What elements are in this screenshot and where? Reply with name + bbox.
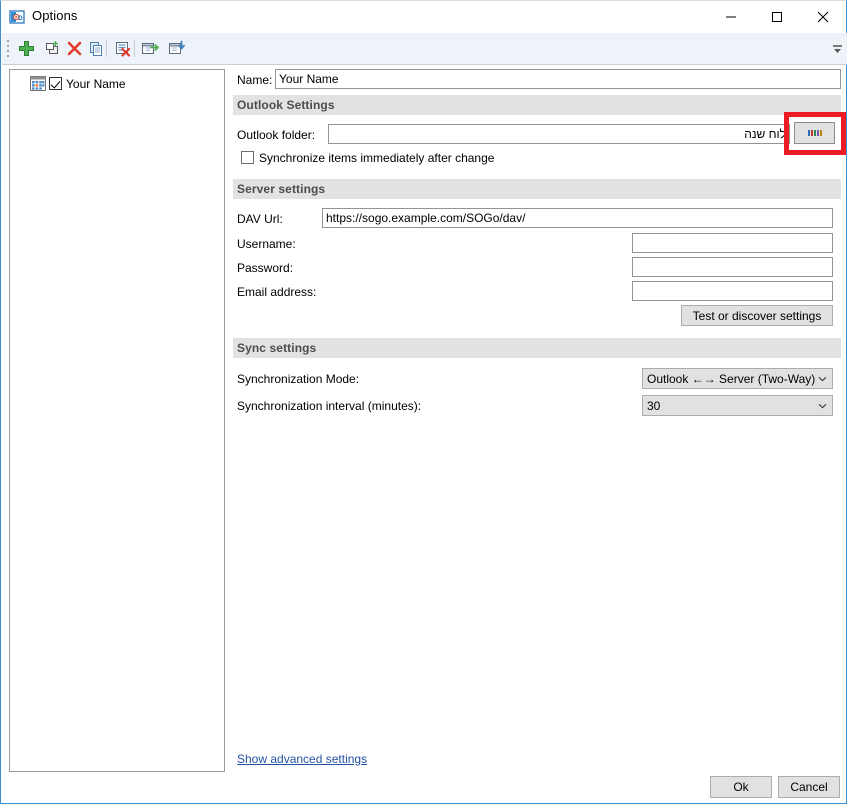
add-folder-icon[interactable] xyxy=(40,37,64,60)
toolbar-overflow-chevron[interactable] xyxy=(830,41,844,57)
cancel-button[interactable]: Cancel xyxy=(778,776,840,798)
sync-interval-select[interactable]: 30 xyxy=(642,395,833,416)
sync-immediately-checkbox[interactable] xyxy=(241,151,254,164)
calendar-icon xyxy=(30,76,46,91)
tree-item-label: Your Name xyxy=(66,76,126,91)
email-address-label: Email address: xyxy=(237,285,317,299)
toolbar-separator xyxy=(134,40,135,57)
chevron-down-icon xyxy=(817,376,828,382)
green-plus-icon[interactable] xyxy=(14,37,38,60)
title-bar: D Options xyxy=(1,1,846,32)
list-item[interactable]: Your Name xyxy=(30,74,126,93)
tree-item-checkbox[interactable] xyxy=(49,77,62,90)
dav-url-input[interactable] xyxy=(322,208,833,228)
name-input[interactable] xyxy=(275,69,841,89)
sync-mode-label: Synchronization Mode: xyxy=(237,372,360,386)
sync-mode-value: Outlook ←→ Server (Two-Way) xyxy=(647,371,816,386)
red-x-icon[interactable] xyxy=(62,37,86,60)
sync-mode-select[interactable]: Outlook ←→ Server (Two-Way) xyxy=(642,368,833,389)
toolbar-grip[interactable] xyxy=(7,40,10,57)
ok-button[interactable]: Ok xyxy=(710,776,772,798)
clear-list-icon[interactable] xyxy=(110,37,134,60)
maximize-icon[interactable] xyxy=(754,1,800,32)
test-or-discover-settings-button[interactable]: Test or discover settings xyxy=(681,305,833,326)
username-label: Username: xyxy=(237,237,296,251)
section-title: Server settings xyxy=(237,182,326,196)
section-title: Sync settings xyxy=(237,341,317,355)
section-header-outlook: Outlook Settings xyxy=(233,95,841,115)
minimize-icon[interactable] xyxy=(708,1,754,32)
dav-url-label: DAV Url: xyxy=(237,212,283,226)
chevron-down-icon xyxy=(817,403,828,409)
export-icon[interactable] xyxy=(138,37,162,60)
outlook-folder-label: Outlook folder: xyxy=(237,128,316,142)
section-header-server: Server settings xyxy=(233,179,841,199)
email-address-input[interactable] xyxy=(632,281,833,301)
import-icon[interactable] xyxy=(165,37,189,60)
outlook-folder-input[interactable] xyxy=(328,124,790,144)
account-tree-panel[interactable]: Your Name xyxy=(9,69,225,772)
toolbar xyxy=(2,33,847,65)
sync-immediately-label: Synchronize items immediately after chan… xyxy=(259,151,495,165)
sync-interval-value: 30 xyxy=(647,398,661,413)
options-dialog-window: D Options Your Name Name: Your Name Outl… xyxy=(0,0,847,804)
password-label: Password: xyxy=(237,261,294,275)
toolbar-separator xyxy=(106,40,107,57)
svg-text:D: D xyxy=(18,16,23,22)
sync-interval-label: Synchronization interval (minutes): xyxy=(237,399,422,413)
copy-icon[interactable] xyxy=(84,37,108,60)
app-options-icon: D xyxy=(9,9,25,25)
username-input[interactable] xyxy=(632,233,833,253)
ellipsis-icon xyxy=(807,130,822,136)
browse-button[interactable] xyxy=(794,122,835,144)
password-input[interactable] xyxy=(632,257,833,277)
show-advanced-settings-link[interactable]: Show advanced settings xyxy=(237,752,367,766)
window-title: Options xyxy=(32,8,78,23)
section-title: Outlook Settings xyxy=(237,98,335,112)
section-header-sync: Sync settings xyxy=(233,338,841,358)
close-icon[interactable] xyxy=(800,1,846,32)
name-label: Name: xyxy=(237,73,273,87)
